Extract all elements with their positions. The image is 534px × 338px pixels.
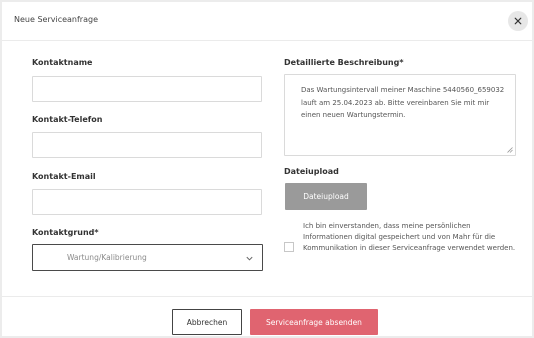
contact-reason-label: Kontaktgrund* — [32, 228, 99, 237]
upload-button[interactable]: Dateiupload — [285, 183, 367, 210]
close-icon — [514, 17, 522, 25]
contact-name-label: Kontaktname — [32, 58, 93, 67]
dialog-title: Neue Serviceanfrage — [14, 15, 98, 24]
description-textarea[interactable]: Das Wartungsintervall meiner Maschine 54… — [284, 74, 516, 156]
resize-grip-icon[interactable] — [507, 147, 513, 153]
cancel-button[interactable]: Abbrechen — [172, 309, 242, 335]
contact-phone-label: Kontakt-Telefon — [32, 115, 103, 124]
close-button[interactable] — [508, 11, 528, 31]
chevron-down-icon — [246, 256, 253, 261]
description-text: Das Wartungsintervall meiner Maschine 54… — [301, 86, 505, 119]
contact-name-input[interactable] — [32, 76, 262, 102]
contact-phone-input[interactable] — [32, 132, 262, 158]
description-label: Detaillierte Beschreibung* — [284, 58, 404, 67]
dialog-header: Neue Serviceanfrage — [2, 2, 532, 41]
contact-reason-select[interactable]: Wartung/Kalibrierung — [32, 244, 263, 271]
upload-label: Dateiupload — [284, 167, 339, 176]
submit-button[interactable]: Serviceanfrage absenden — [250, 309, 378, 335]
contact-reason-value: Wartung/Kalibrierung — [67, 253, 147, 262]
consent-checkbox[interactable] — [284, 242, 294, 252]
consent-text: Ich bin einverstanden, dass meine persön… — [303, 222, 516, 253]
dialog-footer: Abbrechen Serviceanfrage absenden — [2, 296, 532, 337]
service-request-dialog: Neue Serviceanfrage Kontaktname Kontakt-… — [2, 2, 532, 336]
contact-email-input[interactable] — [32, 189, 262, 215]
contact-email-label: Kontakt-Email — [32, 172, 96, 181]
